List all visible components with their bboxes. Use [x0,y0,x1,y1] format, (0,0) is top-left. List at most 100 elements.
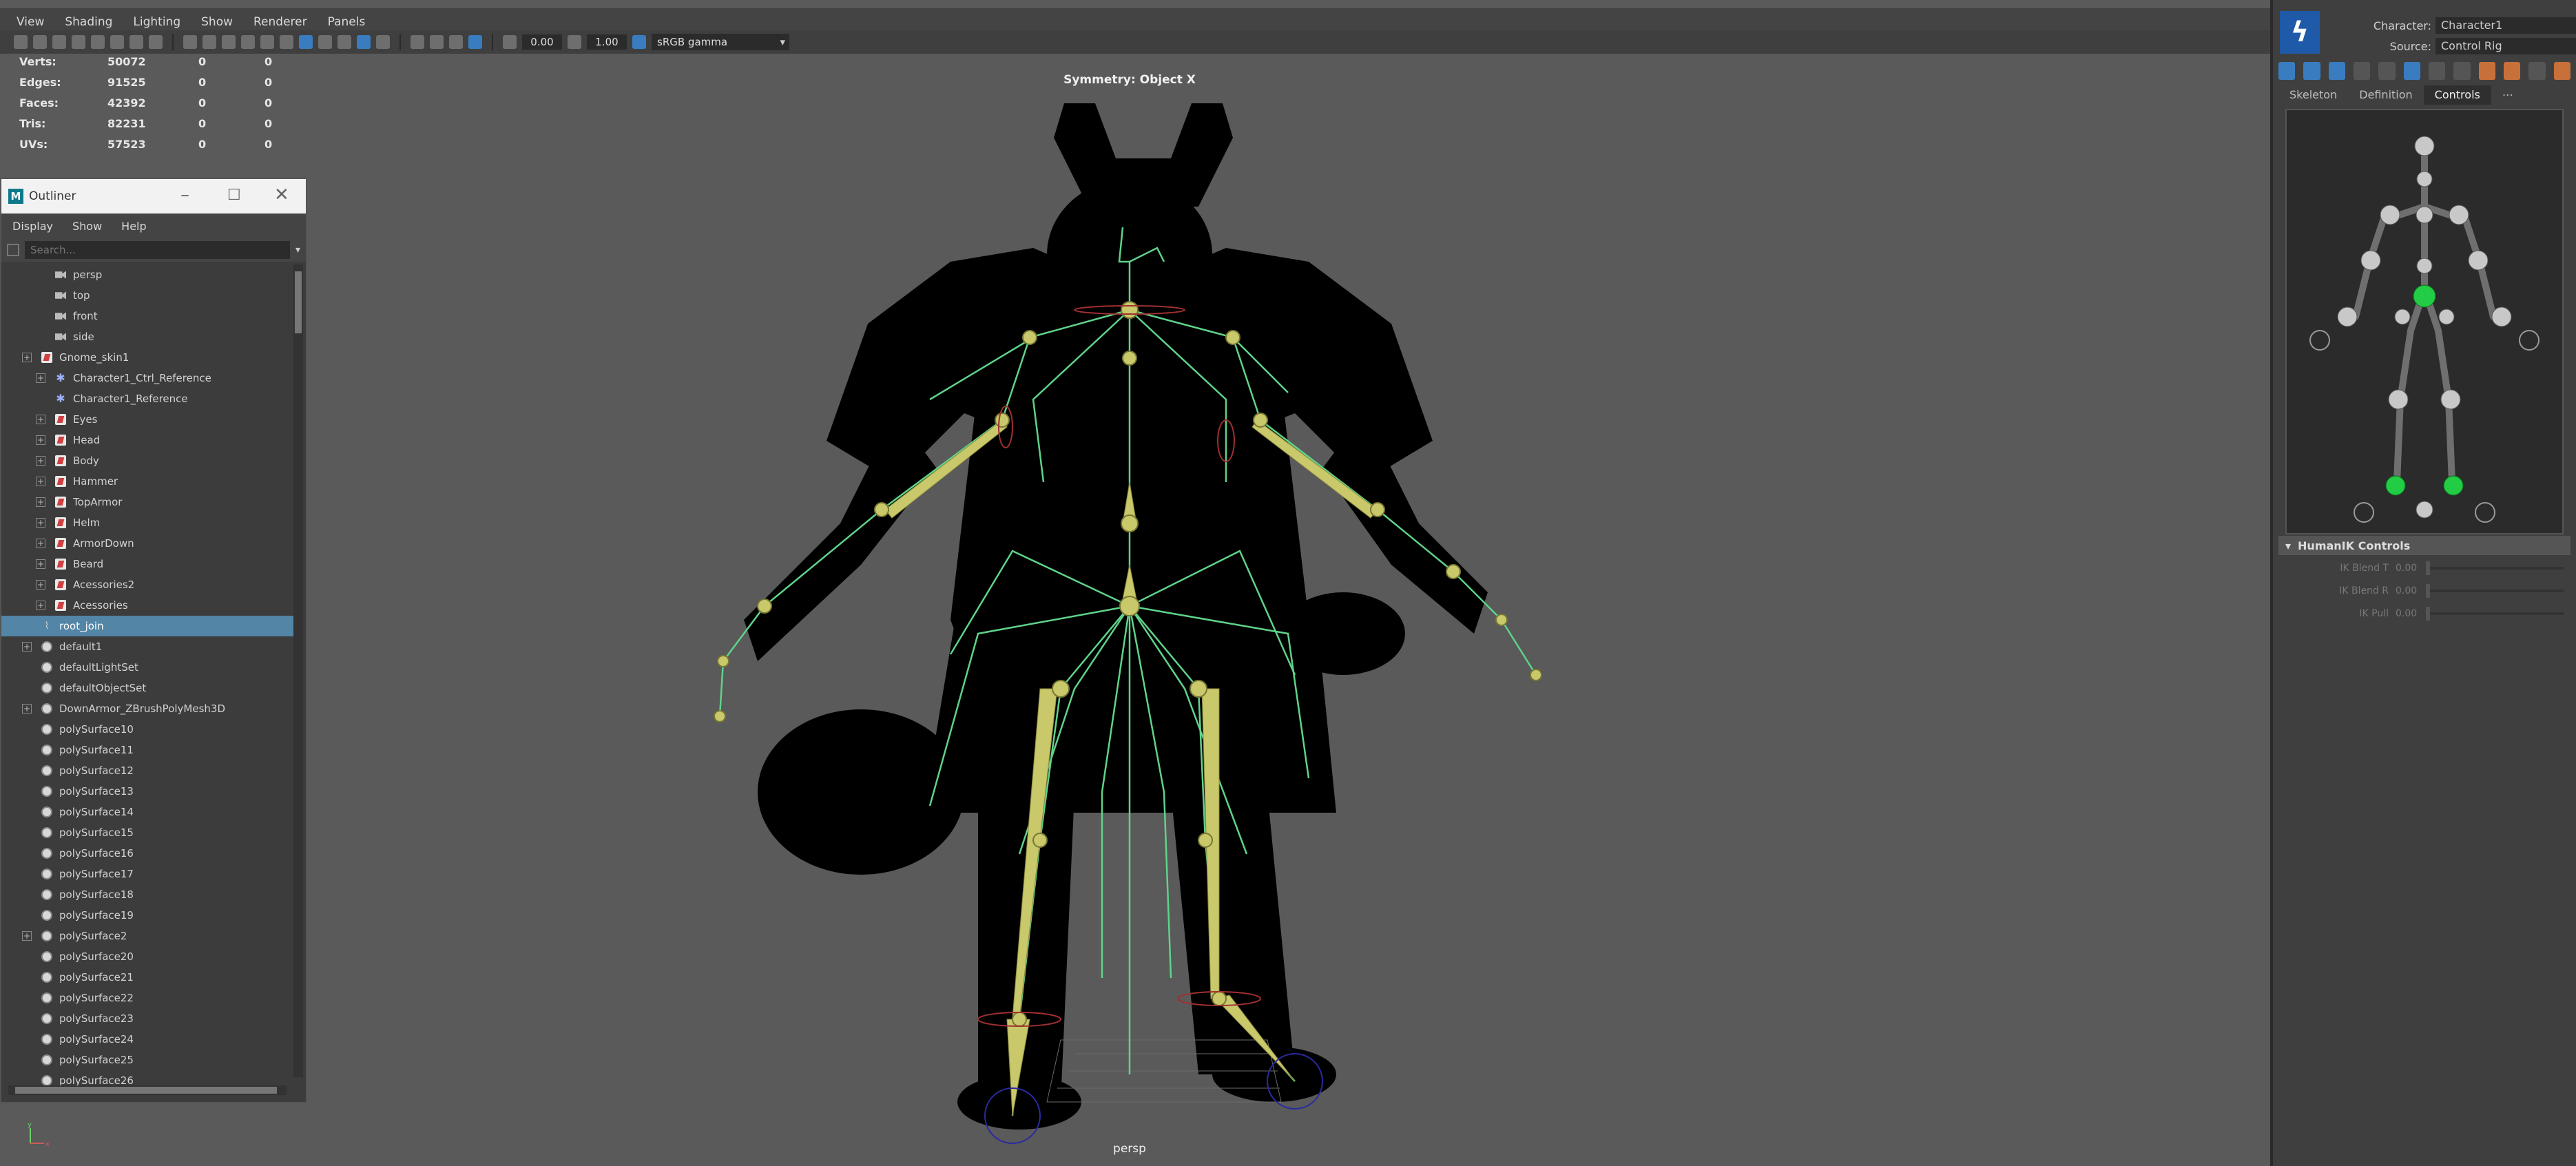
outliner-item[interactable]: polySurface17 [1,864,293,884]
expand-icon[interactable]: + [22,704,32,714]
outliner-item[interactable]: + Acessories [1,595,293,616]
outliner-item[interactable]: polySurface18 [1,884,293,905]
source-dropdown[interactable]: Control Rig [2435,38,2576,54]
chest-effector[interactable] [2416,206,2433,224]
outliner-item[interactable]: polySurface11 [1,740,293,760]
expand-icon[interactable]: + [36,497,45,507]
reset-icon[interactable] [2528,62,2546,80]
expand-icon[interactable]: + [36,373,45,383]
outliner-item[interactable]: + Body [1,450,293,471]
outliner-item[interactable]: ✱ Character1_Reference [1,388,293,409]
expand-icon[interactable]: + [22,642,32,652]
outliner-item[interactable]: defaultObjectSet [1,678,293,698]
create-control-rig-icon[interactable] [2328,62,2345,80]
right-hip-effector[interactable] [2438,309,2455,325]
full-body-icon[interactable] [2353,62,2371,80]
right-shoulder-effector[interactable] [2449,205,2469,225]
tab-definition[interactable]: Definition [2348,85,2423,105]
expand-icon[interactable]: + [36,601,45,610]
expand-icon[interactable]: + [36,477,45,486]
right-hand-expand-icon[interactable] [2519,330,2539,351]
viewport-panel[interactable]: View Shading Lighting Show Renderer Pane… [0,0,2273,1166]
expand-icon[interactable]: + [36,518,45,528]
outliner-search-input[interactable] [25,241,290,259]
outliner-item[interactable]: persp [1,264,293,285]
filter-icon[interactable] [7,244,19,256]
search-options-dropdown-icon[interactable]: ▾ [295,244,300,256]
outliner-menu-display[interactable]: Display [12,220,53,233]
tab-controls[interactable]: Controls [2423,85,2491,105]
outliner-item[interactable]: front [1,306,293,326]
outliner-item[interactable]: polySurface25 [1,1050,293,1070]
outliner-item[interactable]: polySurface14 [1,802,293,822]
humanik-controls-header[interactable]: ▾ HumanIK Controls [2278,536,2570,555]
tab-skeleton[interactable]: Skeleton [2278,85,2348,105]
outliner-window[interactable]: M Outliner – ☐ ✕ Display Show Help ▾ per… [0,178,307,1103]
ik-blend-r-slider[interactable] [2426,584,2564,598]
outliner-item[interactable]: polySurface19 [1,905,293,926]
left-hip-effector[interactable] [2394,309,2411,325]
outliner-item[interactable]: + Acessories2 [1,574,293,595]
outliner-item[interactable]: polySurface10 [1,719,293,740]
outliner-item[interactable]: + Helm [1,512,293,533]
outliner-item[interactable]: polySurface13 [1,781,293,802]
define-skeleton-icon[interactable] [2303,62,2320,80]
minimize-icon[interactable]: – [180,185,189,205]
character-icon[interactable] [2553,62,2570,80]
selection-mode-icon[interactable] [2403,62,2420,80]
left-ankle-effector-selected[interactable] [2385,475,2406,496]
outliner-item[interactable]: + polySurface2 [1,926,293,946]
outliner-item[interactable]: + Eyes [1,409,293,430]
body-part-icon[interactable] [2378,62,2396,80]
right-wrist-effector[interactable] [2491,306,2512,327]
slider-value[interactable]: 0.00 [2396,608,2426,619]
expand-icon[interactable]: + [22,931,32,941]
ik-pull-slider[interactable] [2426,607,2564,621]
scroll-thumb[interactable] [15,1087,277,1094]
outliner-item[interactable]: side [1,326,293,347]
pinning-icon[interactable] [2428,62,2446,80]
outliner-item[interactable]: polySurface20 [1,946,293,967]
slider-value[interactable]: 0.00 [2396,585,2426,596]
more-tabs-icon[interactable]: ⋯ [2491,85,2524,105]
outliner-item[interactable]: + Hammer [1,471,293,492]
outliner-menu-help[interactable]: Help [121,220,146,233]
outliner-item[interactable]: polySurface22 [1,988,293,1008]
outliner-tree[interactable]: persp top front side + Gnome_skin1 + ✱ Character… [1,264,293,1091]
scroll-thumb[interactable] [295,271,302,333]
outliner-item[interactable]: + Beard [1,554,293,574]
outliner-item[interactable]: + ArmorDown [1,533,293,554]
expand-icon[interactable]: + [36,580,45,590]
maximize-icon[interactable]: ☐ [227,187,241,204]
expand-icon[interactable]: + [36,456,45,466]
hips-effector-selected[interactable] [2413,284,2436,308]
outliner-item[interactable]: + DownArmor_ZBrushPolyMesh3D [1,698,293,719]
outliner-item[interactable]: polySurface24 [1,1029,293,1050]
ik-blend-t-slider[interactable] [2426,561,2564,575]
outliner-item[interactable]: polySurface12 [1,760,293,781]
right-foot-expand-icon[interactable] [2475,502,2495,523]
outliner-item[interactable]: polySurface23 [1,1008,293,1029]
pin-translation-icon[interactable] [2453,62,2471,80]
character-rig-scene[interactable] [0,0,2270,1166]
right-elbow-effector[interactable] [2468,250,2489,271]
expand-icon[interactable]: + [36,415,45,424]
neck-effector[interactable] [2416,171,2433,187]
outliner-menu-show[interactable]: Show [72,220,102,233]
outliner-horizontal-scrollbar[interactable] [8,1085,287,1095]
expand-icon[interactable]: + [36,435,45,445]
left-wrist-effector[interactable] [2337,306,2358,327]
outliner-vertical-scrollbar[interactable] [293,264,303,1077]
outliner-item[interactable]: polySurface16 [1,843,293,864]
pose-icon[interactable] [2503,62,2521,80]
slider-value[interactable]: 0.00 [2396,563,2426,574]
outliner-item[interactable]: top [1,285,293,306]
left-elbow-effector[interactable] [2360,250,2381,271]
right-knee-effector[interactable] [2440,389,2461,410]
left-shoulder-effector[interactable] [2380,205,2400,225]
right-ankle-effector-selected[interactable] [2443,475,2464,496]
mirror-icon[interactable] [2478,62,2495,80]
outliner-item[interactable]: + ✱ Character1_Ctrl_Reference [1,368,293,388]
expand-icon[interactable]: + [22,353,32,362]
expand-icon[interactable]: + [36,559,45,569]
